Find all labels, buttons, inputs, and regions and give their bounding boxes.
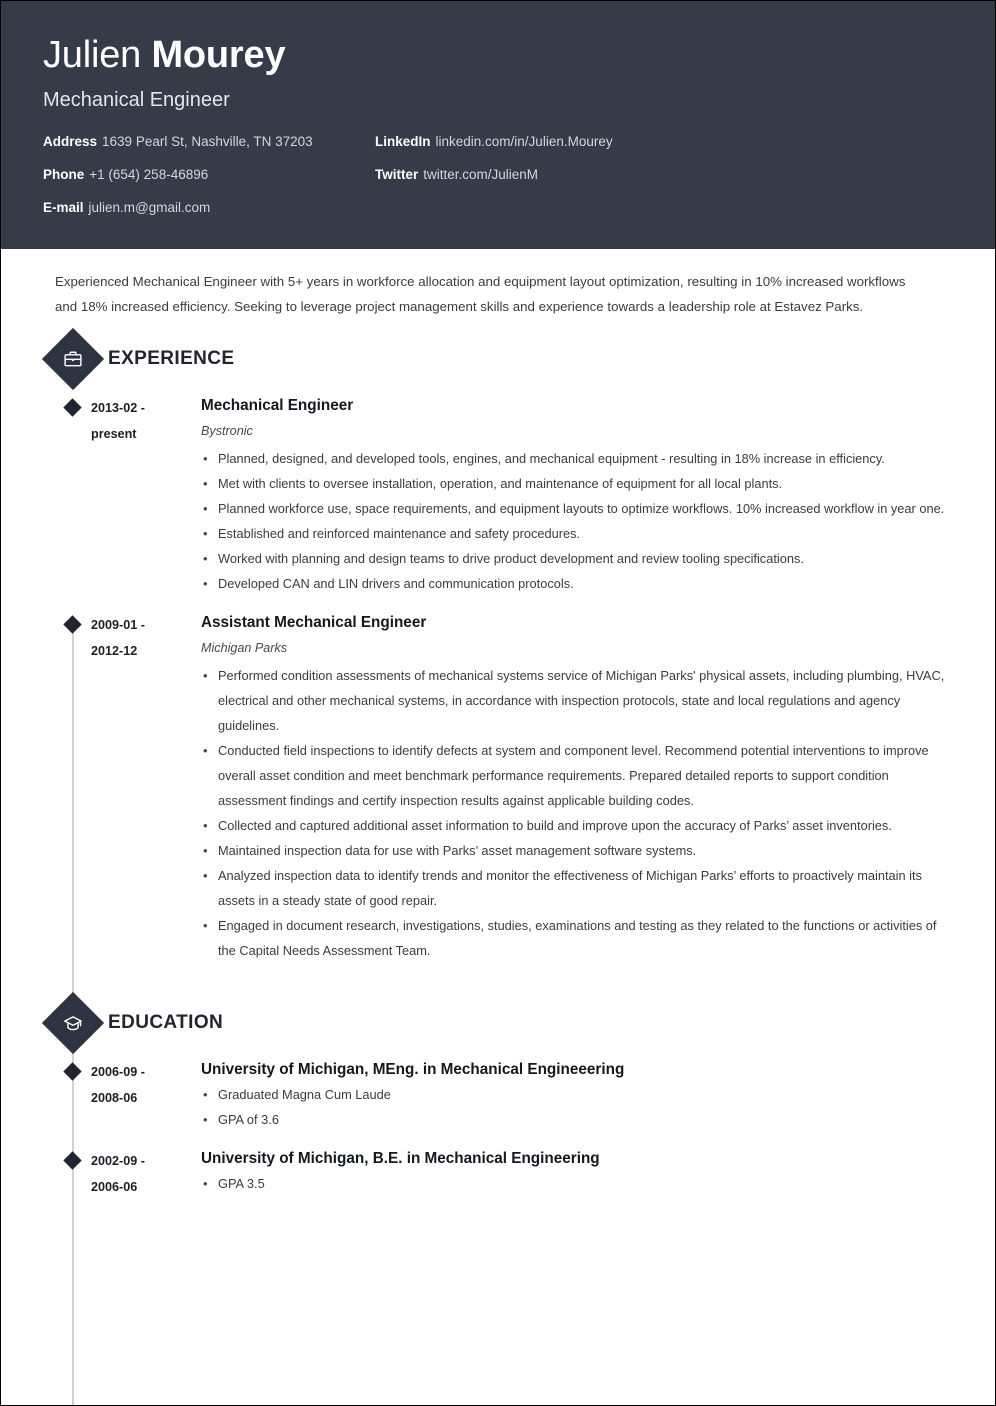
experience-entry: 2013-02 - present Mechanical Engineer By…	[51, 393, 955, 596]
list-item: Established and reinforced maintenance a…	[201, 521, 951, 546]
experience-entry-organization: Bystronic	[201, 424, 253, 438]
experience-section-header: EXPERIENCE	[41, 327, 955, 391]
contact-phone-label: Phone	[43, 167, 85, 182]
list-item: Graduated Magna Cum Laude	[201, 1082, 951, 1107]
contact-grid: Address 1639 Pearl St, Nashville, TN 3720…	[43, 134, 953, 216]
contact-address-value: 1639 Pearl St, Nashville, TN 37203	[102, 134, 313, 149]
page-title: Julien Mourey	[43, 31, 953, 79]
education-entry-bullets: Graduated Magna Cum Laude GPA of 3.6	[201, 1082, 951, 1132]
experience-entry-content: Mechanical Engineer Bystronic Planned, d…	[191, 393, 955, 596]
education-entry-bullets: GPA 3.5	[201, 1171, 951, 1196]
list-item: GPA of 3.6	[201, 1107, 951, 1132]
experience-entry-bullets: Planned, designed, and developed tools, …	[201, 446, 951, 596]
job-title: Mechanical Engineer	[43, 89, 230, 111]
list-item: Developed CAN and LIN drivers and commun…	[201, 571, 951, 596]
contact-twitter-value[interactable]: twitter.com/JulienM	[423, 167, 538, 182]
contact-linkedin[interactable]: LinkedIn linkedin.com/in/Julien.Mourey	[375, 134, 953, 150]
resume-header: Julien Mourey Mechanical Engineer Addres…	[1, 1, 995, 249]
experience-entry-title: Mechanical Engineer	[201, 397, 354, 414]
contact-phone-value: +1 (654) 258-46896	[89, 167, 209, 182]
timeline-diamond-marker	[51, 1146, 91, 1200]
experience-entry-date: 2009-01 - 2012-12	[91, 610, 191, 963]
contact-email[interactable]: E-mail julien.m@gmail.com	[43, 200, 375, 216]
experience-title: EXPERIENCE	[108, 348, 235, 369]
date-line-start: 2009-01 -	[91, 618, 145, 632]
experience-entry-title: Assistant Mechanical Engineer	[201, 614, 427, 631]
list-item: Planned workforce use, space requirement…	[201, 496, 951, 521]
education-entry: 2006-09 - 2008-06 University of Michigan…	[51, 1057, 955, 1132]
contact-email-label: E-mail	[43, 200, 84, 215]
contact-linkedin-label: LinkedIn	[375, 134, 431, 149]
list-item: Performed condition assessments of mecha…	[201, 663, 951, 738]
contact-phone: Phone +1 (654) 258-46896	[43, 167, 375, 183]
date-line-end: 2012-12	[91, 644, 138, 658]
date-line-start: 2006-09 -	[91, 1065, 145, 1079]
experience-entry-content: Assistant Mechanical Engineer Michigan P…	[191, 610, 955, 963]
education-entry-title: University of Michigan, B.E. in Mechanic…	[201, 1150, 600, 1167]
first-name: Julien	[43, 34, 142, 76]
experience-entry-organization: Michigan Parks	[201, 641, 288, 655]
list-item: GPA 3.5	[201, 1171, 951, 1196]
briefcase-icon	[41, 327, 105, 391]
experience-section: EXPERIENCE 2013-02 - present Mechanical …	[41, 327, 955, 963]
education-entry-date: 2006-09 - 2008-06	[91, 1057, 191, 1132]
contact-linkedin-value[interactable]: linkedin.com/in/Julien.Mourey	[436, 134, 613, 149]
list-item: Engaged in document research, investigat…	[201, 913, 951, 963]
list-item: Analyzed inspection data to identify tre…	[201, 863, 951, 913]
timeline-diamond-marker	[51, 610, 91, 963]
date-line-end: 2008-06	[91, 1091, 138, 1105]
resume-body: Experienced Mechanical Engineer with 5+ …	[1, 249, 995, 1405]
experience-entry: 2009-01 - 2012-12 Assistant Mechanical E…	[51, 610, 955, 963]
list-item: Maintained inspection data for use with …	[201, 838, 951, 863]
list-item: Worked with planning and design teams to…	[201, 546, 951, 571]
education-section: EDUCATION 2006-09 - 2008-06 University o…	[41, 991, 955, 1200]
education-entry-content: University of Michigan, B.E. in Mechanic…	[191, 1146, 955, 1200]
list-item: Planned, designed, and developed tools, …	[201, 446, 951, 471]
list-item: Conducted field inspections to identify …	[201, 738, 951, 813]
education-entry-date: 2002-09 - 2006-06	[91, 1146, 191, 1200]
contact-address: Address 1639 Pearl St, Nashville, TN 3720…	[43, 134, 375, 150]
education-entry-content: University of Michigan, MEng. in Mechani…	[191, 1057, 955, 1132]
date-line-end: present	[91, 427, 137, 441]
date-line-start: 2013-02 -	[91, 401, 145, 415]
date-line-end: 2006-06	[91, 1180, 138, 1194]
experience-entry-date: 2013-02 - present	[91, 393, 191, 596]
education-section-header: EDUCATION	[41, 991, 955, 1055]
experience-entry-bullets: Performed condition assessments of mecha…	[201, 663, 951, 963]
education-entry: 2002-09 - 2006-06 University of Michigan…	[51, 1146, 955, 1200]
contact-twitter[interactable]: Twitter twitter.com/JulienM	[375, 167, 953, 183]
list-item: Collected and captured additional asset …	[201, 813, 951, 838]
last-name: Mourey	[151, 34, 286, 76]
timeline-diamond-marker	[51, 393, 91, 596]
summary-text: Experienced Mechanical Engineer with 5+ …	[55, 274, 906, 314]
contact-email-value[interactable]: julien.m@gmail.com	[89, 200, 211, 215]
graduation-cap-icon	[41, 991, 105, 1055]
date-line-start: 2002-09 -	[91, 1154, 145, 1168]
education-entry-title: University of Michigan, MEng. in Mechani…	[201, 1061, 625, 1078]
contact-address-label: Address	[43, 134, 98, 149]
timeline-diamond-marker	[51, 1057, 91, 1132]
list-item: Met with clients to oversee installation…	[201, 471, 951, 496]
education-title: EDUCATION	[108, 1012, 224, 1033]
contact-twitter-label: Twitter	[375, 167, 419, 182]
resume-page: Julien Mourey Mechanical Engineer Addres…	[0, 0, 996, 1406]
